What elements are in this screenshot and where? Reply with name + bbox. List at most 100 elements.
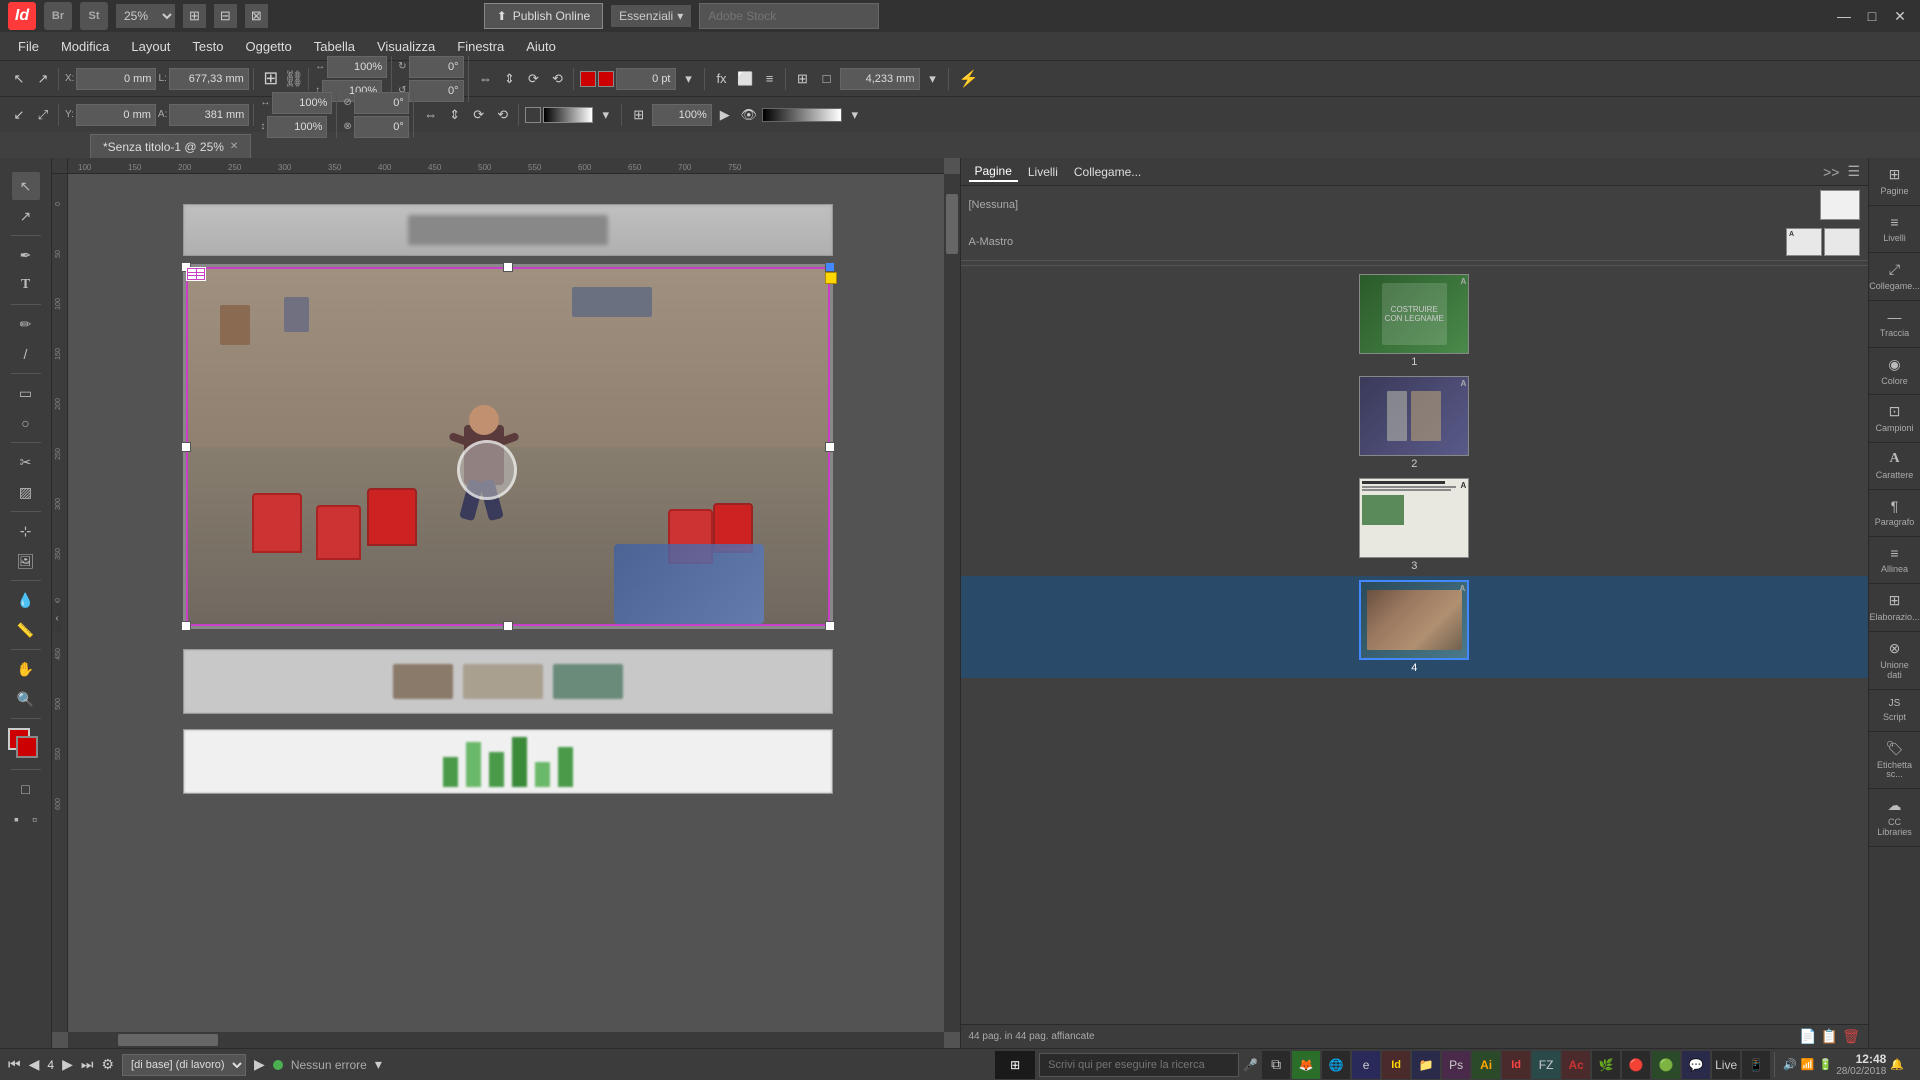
dimension-btn2[interactable]: □ (816, 68, 838, 90)
side-panel-cc-libraries[interactable]: ☁ CC Libraries (1869, 789, 1920, 847)
pencil-tool[interactable]: ✏ (12, 310, 40, 338)
taskview-btn[interactable]: ⧉ (1262, 1051, 1290, 1079)
rotation1-input[interactable] (409, 56, 464, 78)
y-input[interactable] (76, 104, 156, 126)
align-left-btn[interactable]: ⬜ (735, 68, 757, 90)
handle-ml[interactable] (181, 442, 191, 452)
align-center-btn[interactable]: ≡ (759, 68, 781, 90)
flip-h-btn[interactable]: ⇔ (475, 68, 497, 90)
stroke-select-btn[interactable]: ▾ (678, 68, 700, 90)
maximize-button[interactable]: □ (1860, 4, 1884, 28)
l-input[interactable] (169, 68, 249, 90)
menu-file[interactable]: File (8, 35, 49, 58)
side-panel-traccia[interactable]: — Traccia (1869, 301, 1920, 348)
shear-input[interactable] (354, 92, 409, 114)
a-input[interactable] (169, 104, 249, 126)
tb2-eye-btn[interactable]: 👁 (738, 104, 760, 126)
start-btn[interactable]: ⊞ (995, 1051, 1035, 1079)
menu-visualizza[interactable]: Visualizza (367, 35, 445, 58)
page-delete-btn[interactable]: 🗑 (1842, 1028, 1860, 1045)
side-panel-colore[interactable]: ◉ Colore (1869, 348, 1920, 396)
mode-btn1[interactable]: ▪ (9, 805, 25, 833)
effects-btn[interactable]: fx (711, 68, 733, 90)
menu-tabella[interactable]: Tabella (304, 35, 365, 58)
tb2-zoom-fit-btn[interactable]: ⊞ (628, 104, 650, 126)
gradient-tool[interactable]: ▨ (12, 478, 40, 506)
menu-finestra[interactable]: Finestra (447, 35, 514, 58)
nav-prev-btn[interactable]: ◀ (29, 1056, 40, 1073)
flip-v-btn[interactable]: ⇕ (499, 68, 521, 90)
side-panel-carattere[interactable]: A Carattere (1869, 443, 1920, 490)
tb2-gradient-swatch[interactable] (543, 107, 593, 123)
menu-testo[interactable]: Testo (182, 35, 233, 58)
collapse-left-btn[interactable]: ‹ (52, 603, 62, 633)
tb2-color-swatch1[interactable] (525, 107, 541, 123)
side-panel-paragrafo[interactable]: ¶ Paragrafo (1869, 490, 1920, 537)
panel-more-btn[interactable]: >> (1823, 164, 1839, 180)
layer-select[interactable]: [di base] (di lavoro) (122, 1054, 246, 1076)
tb2-zoom-run-btn[interactable]: ▶ (714, 104, 736, 126)
notification-icon[interactable]: 🔔 (1890, 1058, 1904, 1071)
icon-9[interactable]: 🔴 (1622, 1051, 1650, 1079)
eyedropper-tool[interactable]: 💧 (12, 586, 40, 614)
rotation2-input[interactable] (409, 80, 464, 102)
scissors-tool[interactable]: ✂ (12, 448, 40, 476)
amastro-thumb-left[interactable]: A (1786, 228, 1822, 256)
layout-btn-2[interactable]: ⊟ (214, 4, 237, 28)
live-icon[interactable]: Live (1712, 1051, 1740, 1079)
line-tool[interactable]: / (12, 340, 40, 368)
panel-tab-pagine[interactable]: Pagine (969, 162, 1018, 182)
select-tool-btn[interactable]: ↖ (8, 68, 30, 90)
handle-tm[interactable] (503, 262, 513, 272)
explorer-icon[interactable]: 📁 (1412, 1051, 1440, 1079)
icon-11[interactable]: 📱 (1742, 1051, 1770, 1079)
tb2-scale-h-input[interactable] (267, 116, 327, 138)
menu-oggetto[interactable]: Oggetto (236, 35, 302, 58)
text-tool[interactable]: T (12, 271, 40, 299)
tb2-btn1[interactable]: ↙ (8, 104, 30, 126)
image-tool[interactable]: 🖼 (12, 547, 40, 575)
vertical-scrollbar[interactable] (944, 174, 960, 1032)
icon-10[interactable]: 🟢 (1652, 1051, 1680, 1079)
dimension-toggle-btn[interactable]: ⊞ (792, 68, 814, 90)
hscrollbar-thumb[interactable] (118, 1034, 218, 1046)
fill-swatch[interactable] (16, 736, 38, 758)
adobe-stock-search[interactable] (699, 3, 879, 29)
side-panel-allinea[interactable]: ≡ Allinea (1869, 537, 1920, 584)
dimension-select-btn[interactable]: ▾ (922, 68, 944, 90)
nav-settings-btn[interactable]: ⚙ (101, 1056, 114, 1073)
panel-tab-collegamenti[interactable]: Collegame... (1068, 163, 1147, 181)
ie-icon[interactable]: e (1352, 1051, 1380, 1079)
zoom-tool[interactable]: 🔍 (12, 685, 40, 713)
handle-br[interactable] (825, 621, 835, 631)
rect-tool[interactable]: ▭ (12, 379, 40, 407)
side-panel-script[interactable]: JS Script (1869, 690, 1920, 732)
tb2-colorbar-select-btn[interactable]: ▾ (844, 104, 866, 126)
page-2-thumb[interactable]: A (1359, 376, 1469, 456)
firefox-icon[interactable]: 🦊 (1292, 1051, 1320, 1079)
ellipse-tool[interactable]: ○ (12, 409, 40, 437)
handle-mr[interactable] (825, 442, 835, 452)
tb2-zoom-input[interactable] (652, 104, 712, 126)
layout-btn-3[interactable]: ⊠ (245, 4, 268, 28)
transform-btn3[interactable]: ⟲ (547, 68, 569, 90)
pen-tool[interactable]: ✒ (12, 241, 40, 269)
zoom-select[interactable]: 25%50%75%100% (116, 4, 175, 28)
panel-menu-btn[interactable]: ☰ (1847, 163, 1860, 180)
menu-layout[interactable]: Layout (121, 35, 180, 58)
free-transform-tool[interactable]: ⊹ (12, 517, 40, 545)
grad-input[interactable] (354, 116, 409, 138)
page-1-thumb[interactable]: A COSTRUIRECON LEGNAME (1359, 274, 1469, 354)
selection-tool[interactable]: ↖ (12, 172, 40, 200)
fill-color-swatch[interactable] (598, 71, 614, 87)
side-panel-etichetta[interactable]: 🏷 Etichetta sc... (1869, 732, 1920, 790)
panel-tab-livelli[interactable]: Livelli (1022, 163, 1064, 181)
id-taskbar-icon[interactable]: Id (1382, 1051, 1410, 1079)
nav-last-btn[interactable]: ⏭ (81, 1056, 94, 1073)
skype-icon[interactable]: 💬 (1682, 1051, 1710, 1079)
side-panel-collegamenti[interactable]: ⤢ Collegame... (1869, 253, 1920, 301)
direct-select-tool-btn[interactable]: ↗ (32, 68, 54, 90)
indesign-icon[interactable]: Id (1502, 1051, 1530, 1079)
tb2-rot-btn2[interactable]: ⟲ (492, 104, 514, 126)
scale-w-input[interactable] (327, 56, 387, 78)
